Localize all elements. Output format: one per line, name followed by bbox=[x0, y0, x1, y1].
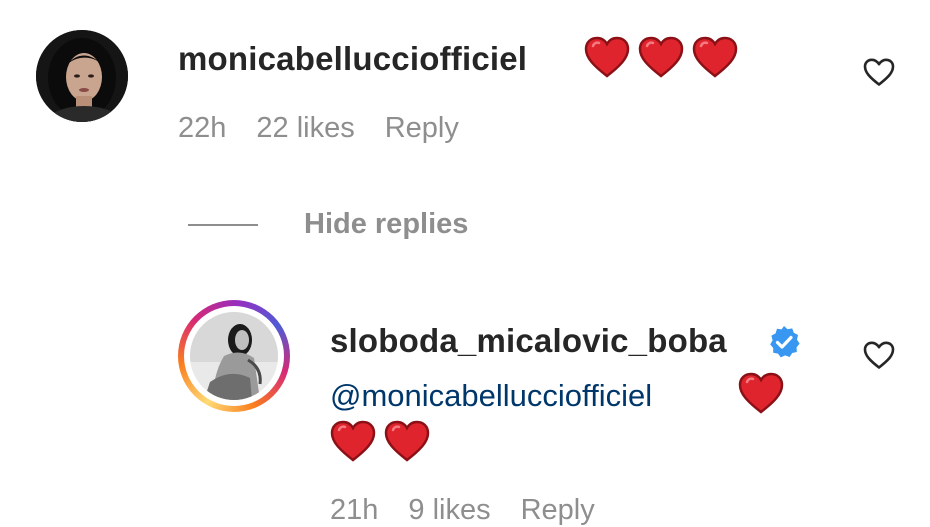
reply-button[interactable]: Reply bbox=[385, 112, 459, 145]
red-heart-emoji bbox=[584, 36, 630, 78]
reply-time: 21h bbox=[330, 494, 379, 526]
mention-link[interactable]: @monicabellucciofficiel bbox=[330, 378, 652, 414]
heart-outline-icon[interactable] bbox=[862, 340, 896, 370]
comment-likes-count[interactable]: 22 likes bbox=[256, 112, 354, 145]
hide-replies-label: Hide replies bbox=[304, 208, 469, 240]
reply-likes-count[interactable]: 9 likes bbox=[408, 494, 490, 527]
red-heart-emoji bbox=[692, 36, 738, 78]
reply-username[interactable]: sloboda_micalovic_boba bbox=[330, 322, 727, 360]
avatar-ring-gap bbox=[184, 306, 284, 406]
avatar bbox=[190, 312, 278, 400]
red-heart-emoji bbox=[638, 36, 684, 78]
reply-text-emoji bbox=[738, 372, 784, 414]
hide-replies-button[interactable]: Hide replies bbox=[188, 208, 468, 241]
avatar[interactable] bbox=[36, 30, 128, 122]
reply-meta: 21h 9 likes Reply bbox=[330, 494, 595, 527]
divider-line bbox=[188, 223, 258, 226]
comment-text-emojis bbox=[584, 36, 738, 78]
red-heart-emoji bbox=[738, 372, 784, 414]
comment-meta: 22h 22 likes Reply bbox=[178, 112, 459, 145]
red-heart-emoji bbox=[330, 420, 376, 462]
reply-text-emojis bbox=[330, 420, 430, 462]
red-heart-emoji bbox=[384, 420, 430, 462]
heart-outline-icon[interactable] bbox=[862, 57, 896, 87]
comment-time: 22h bbox=[178, 112, 227, 144]
avatar-photo bbox=[36, 30, 128, 122]
verified-badge-icon bbox=[770, 326, 800, 358]
reply-button[interactable]: Reply bbox=[521, 494, 595, 527]
comment-username[interactable]: monicabellucciofficiel bbox=[178, 40, 527, 78]
avatar-photo bbox=[190, 312, 278, 400]
avatar-story-ring[interactable] bbox=[178, 300, 290, 412]
